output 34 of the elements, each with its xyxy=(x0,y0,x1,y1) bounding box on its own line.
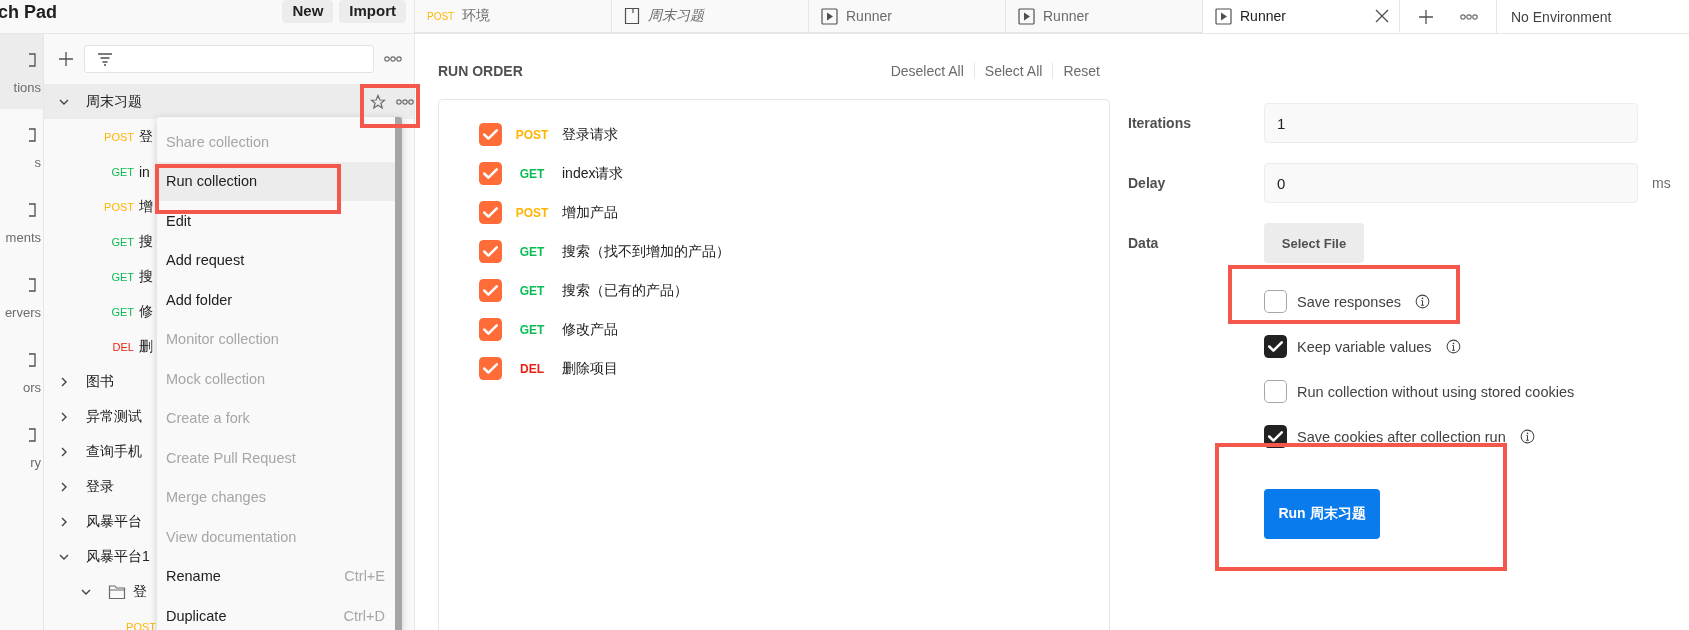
method-label: GET xyxy=(110,235,134,248)
method-label: GET xyxy=(110,305,134,318)
method-label: GET xyxy=(518,322,546,337)
unit-label: ms xyxy=(1652,175,1671,191)
field-label: Delay xyxy=(1128,175,1167,191)
request-name: 增加产品 xyxy=(562,203,618,222)
shortcut-label: Ctrl+E xyxy=(344,568,385,585)
request-name: 搜索（已有的产品） xyxy=(562,281,688,300)
request-name: 登录请求 xyxy=(562,125,618,144)
option-label: Save responses xyxy=(1297,293,1401,310)
shortcut-label: Ctrl+D xyxy=(343,607,385,624)
section-title: RUN ORDER xyxy=(438,63,524,79)
method-label: POST xyxy=(125,620,156,630)
method-label: DEL xyxy=(111,340,134,353)
method-label: POST xyxy=(514,127,550,142)
method-label: GET xyxy=(518,283,546,298)
method-label: GET xyxy=(110,270,134,283)
request-name: 修改产品 xyxy=(562,320,618,339)
field-label: Data xyxy=(1128,235,1160,251)
method-label: POST xyxy=(103,200,134,213)
method-label: GET xyxy=(110,165,134,178)
field-label: Iterations xyxy=(1128,115,1192,131)
request-name: 删除项目 xyxy=(562,359,618,378)
request-name: 搜索（找不到增加的产品） xyxy=(562,242,730,261)
method-label: POST xyxy=(103,130,134,143)
request-name: index请求 xyxy=(562,164,624,183)
method-label: DEL xyxy=(519,361,545,376)
option-label: Keep variable values xyxy=(1297,338,1432,355)
method-label: POST xyxy=(514,205,550,220)
method-label: GET xyxy=(518,166,546,181)
option-label: Save cookies after collection run xyxy=(1297,428,1506,445)
option-label: Run collection without using stored cookies xyxy=(1297,383,1575,400)
method-label: POST xyxy=(427,10,455,22)
method-label: GET xyxy=(518,244,546,259)
